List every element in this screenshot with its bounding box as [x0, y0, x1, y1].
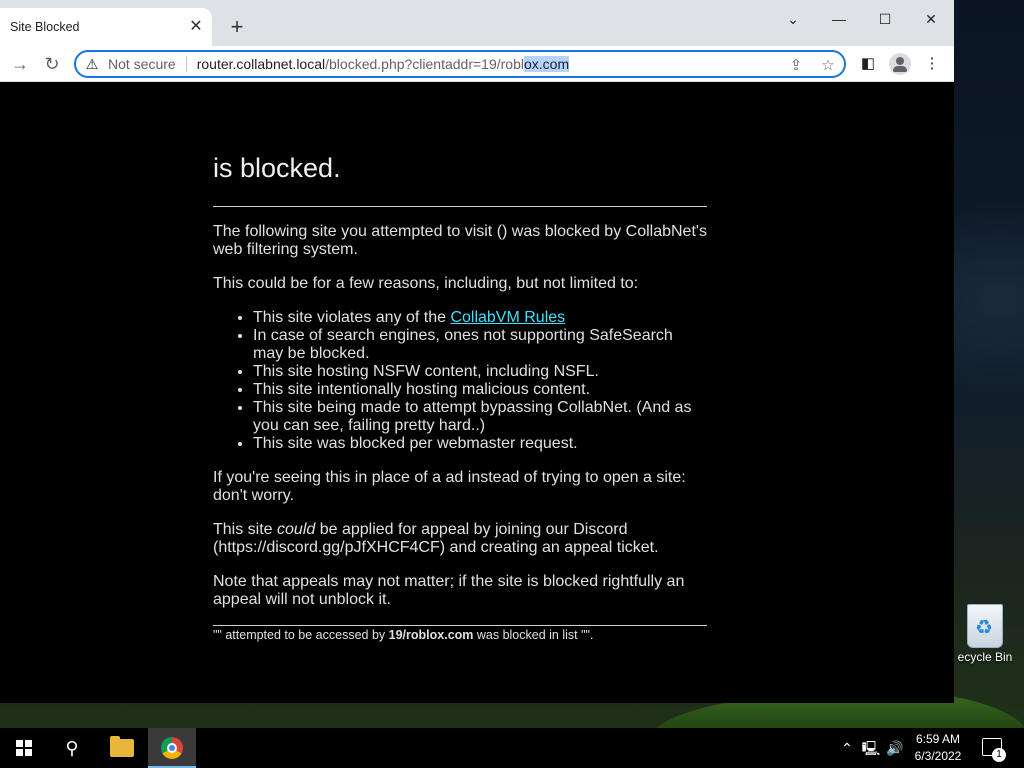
clock-time: 6:59 AM	[915, 732, 961, 746]
page-content: is blocked. The following site you attem…	[0, 83, 954, 703]
folder-icon	[110, 736, 134, 757]
list-item: This site was blocked per webmaster requ…	[253, 435, 707, 453]
system-clock[interactable]: 6:59 AM 6/3/2022	[908, 731, 968, 765]
title-divider	[213, 206, 707, 207]
notification-badge: 1	[992, 748, 1006, 762]
side-panel-icon[interactable]: ◧	[858, 54, 878, 74]
footer-suffix: was blocked in list "".	[473, 628, 594, 642]
url-selection: ox.com	[524, 56, 570, 72]
appeal-emphasis: could	[277, 521, 316, 538]
chrome-taskbar-button[interactable]	[148, 728, 196, 768]
reload-icon[interactable]: ↻	[40, 52, 64, 76]
tab-search-chevron-icon[interactable]: ⌄	[770, 8, 816, 30]
url-path: /blocked.php?clientaddr=19/robl	[325, 56, 524, 72]
footer-prefix: "" attempted to be accessed by	[213, 628, 389, 642]
footer-text: "" attempted to be accessed by 19/roblox…	[213, 628, 707, 642]
chrome-icon	[161, 737, 183, 759]
start-button[interactable]	[0, 728, 48, 768]
tab-title: Site Blocked	[10, 20, 80, 34]
browser-window: Site Blocked ✕ + ⌄ — ☐ ✕ → ↻ ⚠ Not secur…	[0, 0, 954, 703]
list-item: In case of search engines, ones not supp…	[253, 327, 707, 363]
list-item: This site hosting NSFW content, includin…	[253, 363, 707, 381]
close-icon[interactable]: ✕	[188, 19, 204, 35]
clock-date: 6/3/2022	[914, 749, 962, 763]
menu-kebab-icon[interactable]: ⋮	[922, 54, 942, 74]
recycle-bin-shortcut[interactable]: ecycle Bin	[946, 600, 1024, 672]
appeal-note: Note that appeals may not matter; if the…	[213, 573, 685, 608]
appeal-text: This site could be applied for appeal by…	[213, 521, 707, 557]
volume-icon[interactable]: 🔊	[884, 728, 906, 768]
browser-toolbar: → ↻ ⚠ Not secure router.collabnet.local/…	[0, 46, 954, 82]
file-explorer-button[interactable]	[98, 728, 146, 768]
address-bar[interactable]: ⚠ Not secure router.collabnet.local/bloc…	[74, 50, 846, 78]
list-item: This site being made to attempt bypassin…	[253, 399, 707, 435]
taskbar: ⚲ ⌃ 🖳 🔊 6:59 AM 6/3/2022 1	[0, 728, 1024, 768]
share-icon[interactable]: ⇪	[786, 56, 806, 76]
forward-arrow-icon[interactable]: →	[8, 52, 32, 76]
collabvm-rules-link[interactable]: CollabVM Rules	[450, 309, 565, 326]
reasons-intro: This could be for a few reasons, includi…	[213, 275, 639, 292]
list-item: This site intentionally hosting maliciou…	[253, 381, 707, 399]
intro-text: The following site you attempted to visi…	[213, 223, 707, 258]
bookmark-star-icon[interactable]: ☆	[818, 56, 838, 76]
minimize-button[interactable]: —	[816, 8, 862, 30]
reason-1-text: This site violates any of the	[253, 309, 451, 326]
recycle-bin-label: ecycle Bin	[957, 650, 1013, 664]
recycle-bin-icon	[967, 604, 1003, 648]
tab-strip: Site Blocked ✕ + ⌄ — ☐ ✕	[0, 0, 954, 46]
network-icon[interactable]: 🖳	[860, 728, 882, 768]
maximize-button[interactable]: ☐	[862, 8, 908, 30]
window-close-button[interactable]: ✕	[908, 8, 954, 30]
windows-logo-icon	[16, 740, 32, 756]
new-tab-button[interactable]: +	[226, 16, 248, 38]
reasons-list: This site violates any of the CollabVM R…	[253, 309, 707, 453]
profile-avatar-icon[interactable]	[889, 53, 911, 75]
security-label[interactable]: Not secure	[108, 56, 176, 72]
blocked-notice: is blocked. The following site you attem…	[213, 153, 707, 642]
url-host: router.collabnet.local	[196, 56, 326, 72]
list-item: This site violates any of the CollabVM R…	[253, 309, 707, 327]
page-title: is blocked.	[213, 153, 341, 183]
footer-client: 19/roblox.com	[388, 628, 474, 642]
search-icon[interactable]: ⚲	[48, 728, 96, 768]
warning-icon[interactable]: ⚠	[84, 56, 100, 72]
url-text[interactable]: router.collabnet.local/blocked.php?clien…	[196, 56, 570, 72]
appeal-prefix: This site	[213, 521, 278, 538]
footer-divider	[213, 625, 707, 626]
chevron-up-icon[interactable]: ⌃	[838, 728, 856, 768]
omnibox-divider	[185, 56, 187, 72]
tab-site-blocked[interactable]: Site Blocked ✕	[0, 8, 212, 46]
ad-note: If you're seeing this in place of a ad i…	[213, 469, 686, 504]
